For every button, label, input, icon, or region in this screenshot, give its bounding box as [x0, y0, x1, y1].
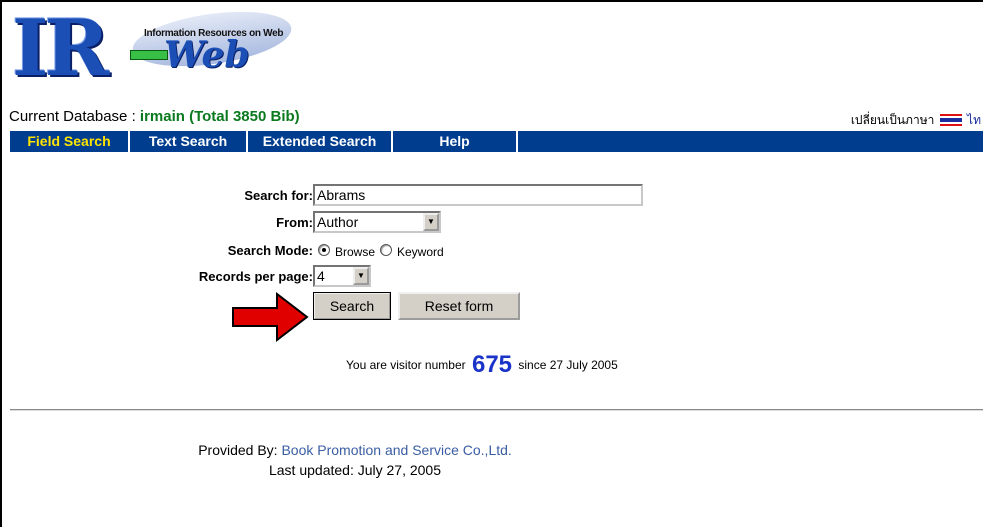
- visitor-count: 675: [471, 351, 513, 378]
- provided-by-line: Provided By: Book Promotion and Service …: [10, 440, 700, 460]
- records-per-page-select[interactable]: 4 ▼: [313, 265, 371, 287]
- logo-dash: [130, 50, 168, 60]
- current-database: Current Database : irmain (Total 3850 Bi…: [9, 108, 300, 125]
- from-select[interactable]: Author ▼: [313, 211, 441, 233]
- radio-browse[interactable]: [318, 244, 330, 256]
- database-label: Current Database :: [9, 108, 140, 125]
- divider: [10, 409, 983, 411]
- tab-help[interactable]: Help: [393, 131, 518, 152]
- visitor-prefix: You are visitor number: [346, 358, 466, 372]
- reset-form-button[interactable]: Reset form: [398, 292, 520, 320]
- radio-browse-label[interactable]: Browse: [335, 245, 375, 259]
- tab-extended-search[interactable]: Extended Search: [248, 131, 393, 152]
- chevron-down-icon[interactable]: ▼: [353, 267, 369, 285]
- tab-field-search[interactable]: Field Search: [10, 131, 130, 152]
- search-for-label: Search for:: [244, 188, 313, 203]
- visitor-counter: You are visitor number 675 since 27 July…: [346, 351, 618, 379]
- visitor-suffix: since 27 July 2005: [518, 358, 618, 372]
- footer: Provided By: Book Promotion and Service …: [10, 440, 700, 480]
- language-switch[interactable]: เปลี่ยนเป็นภาษา ไท: [851, 111, 981, 130]
- nav-bar: Field Search Text Search Extended Search…: [10, 131, 983, 152]
- search-input[interactable]: Abrams: [313, 184, 643, 206]
- from-select-value: Author: [317, 214, 359, 230]
- from-label: From:: [276, 215, 313, 230]
- thai-flag-icon[interactable]: [939, 114, 962, 126]
- provided-by-label: Provided By:: [198, 442, 282, 458]
- last-updated: Last updated: July 27, 2005: [268, 462, 442, 478]
- search-button[interactable]: Search: [313, 292, 391, 320]
- database-value: irmain (Total 3850 Bib): [139, 108, 300, 125]
- radio-keyword[interactable]: [380, 244, 392, 256]
- logo-web-text: Web: [164, 34, 250, 76]
- tab-text-search[interactable]: Text Search: [130, 131, 248, 152]
- radio-keyword-label[interactable]: Keyword: [397, 245, 444, 259]
- search-mode-label: Search Mode:: [227, 243, 313, 258]
- red-arrow-icon: [232, 292, 309, 342]
- logo-ir-letters: IR: [12, 3, 109, 94]
- company-link[interactable]: Book Promotion and Service Co.,Ltd.: [281, 442, 511, 458]
- language-label[interactable]: เปลี่ยนเป็นภาษา: [851, 113, 935, 127]
- ir-web-logo: IR Information Resources on Web Web: [12, 3, 302, 104]
- language-target[interactable]: ไท: [967, 113, 981, 127]
- records-select-value: 4: [317, 268, 325, 284]
- records-per-page-label: Records per page:: [198, 269, 313, 284]
- chevron-down-icon[interactable]: ▼: [423, 213, 439, 231]
